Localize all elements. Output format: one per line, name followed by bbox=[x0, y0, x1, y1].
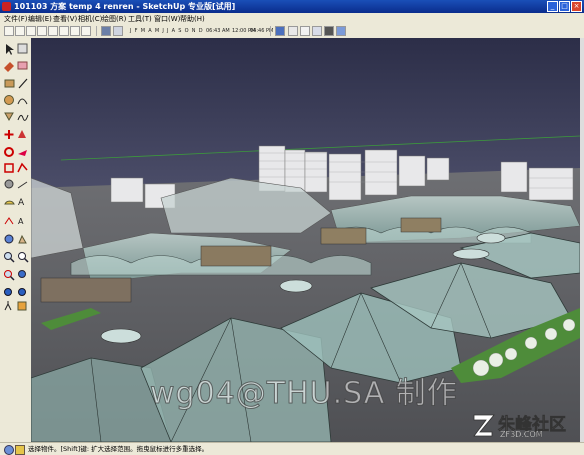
house-front-icon[interactable] bbox=[48, 26, 58, 36]
toolbar-separator bbox=[270, 26, 271, 36]
viewport-right-edge bbox=[580, 38, 584, 442]
zoom-tool-icon[interactable] bbox=[4, 252, 15, 263]
house-iso-icon[interactable] bbox=[26, 26, 36, 36]
maximize-button[interactable]: □ bbox=[559, 1, 570, 12]
shadow-month-slider[interactable]: J F M A M J J A S O N D bbox=[130, 26, 203, 37]
window-controls: _ □ × bbox=[546, 1, 582, 12]
select-arrow-icon[interactable] bbox=[4, 26, 14, 36]
status-text: 选择物件。[Shift]键: 扩大选择范围。拖曳鼠标进行多重选择。 bbox=[28, 445, 209, 453]
shadow-time-start: 06:43 AM bbox=[206, 28, 230, 34]
zoom-window-tool-icon[interactable] bbox=[18, 252, 29, 263]
paint-tool-icon[interactable] bbox=[4, 62, 14, 72]
axes-tool-icon[interactable] bbox=[4, 217, 14, 225]
text-tool-icon[interactable]: A bbox=[18, 198, 25, 208]
menu-view[interactable]: 查看(V) bbox=[53, 13, 77, 25]
position-camera-tool-icon[interactable] bbox=[4, 288, 12, 296]
orbit-tool-icon[interactable] bbox=[4, 234, 14, 244]
3d-viewport[interactable]: wg04@THU.SA 制作 bbox=[31, 38, 580, 442]
menu-window[interactable]: 窗口(W) bbox=[154, 13, 180, 25]
arc-tool-icon[interactable] bbox=[17, 98, 28, 105]
menu-bar: 文件(F) 编辑(E) 查看(V) 相机(C) 绘图(R) 工具(T) 窗口(W… bbox=[0, 13, 584, 25]
menu-camera[interactable]: 相机(C) bbox=[78, 13, 102, 25]
protractor-tool-icon[interactable] bbox=[4, 200, 15, 205]
menu-file[interactable]: 文件(F) bbox=[4, 13, 28, 25]
eraser-tool-icon[interactable] bbox=[17, 61, 28, 70]
zhufeng-community-logo: 朱峰社区 ZF3D.COM bbox=[470, 408, 580, 442]
3dtext-tool-icon[interactable]: A bbox=[18, 217, 24, 226]
toolbar-separator bbox=[96, 26, 97, 36]
shaded-textures-style-icon[interactable] bbox=[324, 26, 334, 36]
walk-tool-icon[interactable] bbox=[4, 301, 12, 311]
select-tool-icon[interactable] bbox=[6, 44, 14, 55]
house-side-icon[interactable] bbox=[59, 26, 69, 36]
title-bar: 101103 方案 temp 4 renren - SketchUp 专业版[试… bbox=[0, 0, 584, 13]
offset-tool-icon[interactable] bbox=[17, 162, 28, 173]
monochrome-style-icon[interactable] bbox=[336, 26, 346, 36]
close-button[interactable]: × bbox=[571, 1, 582, 12]
zhufeng-logo-mark-icon bbox=[473, 414, 495, 437]
window-title: 101103 方案 temp 4 renren - SketchUp 专业版[试… bbox=[14, 2, 236, 11]
tool-palette: A A bbox=[0, 38, 32, 442]
logo-url: ZF3D.COM bbox=[500, 430, 543, 439]
followme-tool-icon[interactable] bbox=[18, 150, 27, 156]
minimize-button[interactable]: _ bbox=[547, 1, 558, 12]
circle-tool-icon[interactable] bbox=[4, 95, 14, 105]
svg-text:A: A bbox=[18, 198, 25, 208]
hidden-line-style-icon[interactable] bbox=[300, 26, 310, 36]
tape-measure-tool-icon[interactable] bbox=[4, 179, 14, 189]
house-back-icon[interactable] bbox=[70, 26, 80, 36]
pushpull-tool-icon[interactable] bbox=[18, 130, 26, 138]
freehand-tool-icon[interactable] bbox=[17, 114, 29, 121]
component-tool-icon[interactable] bbox=[17, 43, 28, 54]
look-around-tool-icon[interactable] bbox=[18, 288, 26, 296]
polygon-tool-icon[interactable] bbox=[4, 112, 14, 122]
dimension-tool-icon[interactable] bbox=[17, 181, 28, 189]
main-toolbar: J F M A M J J A S O N D 06:43 AM 12:00 P… bbox=[0, 25, 584, 39]
menu-help[interactable]: 帮助(H) bbox=[180, 13, 205, 25]
svg-text:A: A bbox=[18, 217, 24, 226]
move-tool-icon[interactable] bbox=[4, 130, 14, 139]
xray-style-icon[interactable] bbox=[275, 26, 285, 36]
shaded-style-icon[interactable] bbox=[312, 26, 322, 36]
line-tool-icon[interactable] bbox=[18, 78, 28, 89]
fog-toggle-icon[interactable] bbox=[113, 26, 123, 36]
wireframe-style-icon[interactable] bbox=[288, 26, 298, 36]
zoom-extents-tool-icon[interactable] bbox=[4, 270, 15, 281]
house-left-icon[interactable] bbox=[81, 26, 91, 36]
scale-tool-icon[interactable] bbox=[4, 163, 14, 173]
menu-edit[interactable]: 编辑(E) bbox=[28, 13, 52, 25]
paint-bucket-icon[interactable] bbox=[15, 26, 25, 36]
status-bar: 选择物件。[Shift]键: 扩大选择范围。拖曳鼠标进行多重选择。 bbox=[0, 442, 584, 455]
rectangle-tool-icon[interactable] bbox=[4, 79, 15, 88]
author-watermark: wg04@THU.SA 制作 bbox=[150, 376, 458, 412]
menu-tools[interactable]: 工具(T) bbox=[128, 13, 152, 25]
section-plane-tool-icon[interactable] bbox=[17, 301, 27, 311]
menu-draw[interactable]: 绘图(R) bbox=[102, 13, 126, 25]
sketchup-app-icon[interactable] bbox=[2, 2, 11, 11]
shadows-toggle-icon[interactable] bbox=[101, 26, 111, 36]
house-top-icon[interactable] bbox=[37, 26, 47, 36]
rotate-tool-icon[interactable] bbox=[4, 147, 14, 157]
pan-tool-icon[interactable] bbox=[18, 234, 27, 244]
previous-view-tool-icon[interactable] bbox=[18, 270, 26, 278]
